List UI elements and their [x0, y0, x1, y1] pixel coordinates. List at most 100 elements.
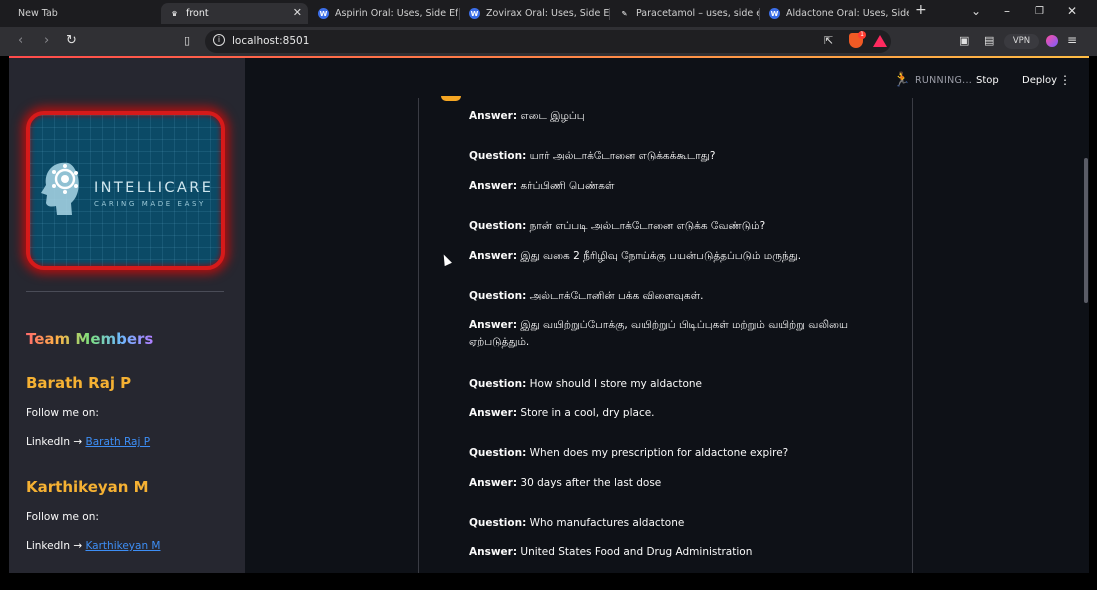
answer-text: இது வயிற்றுப்போக்கு, வயிற்றுப் பிடிப்புக…	[469, 319, 848, 348]
vpn-button[interactable]: VPN	[1004, 34, 1039, 49]
question-text: How should I store my aldactone	[529, 378, 702, 390]
logo-tagline: CARING MADE EASY	[94, 200, 206, 208]
linkedin-row: LinkedIn → Karthikeyan M	[26, 540, 161, 552]
webmd-icon: W	[318, 8, 329, 19]
tab-title: front	[186, 8, 209, 19]
deploy-button[interactable]: Deploy	[1022, 75, 1057, 86]
back-arrow-icon[interactable]: ‹	[18, 33, 23, 48]
chevron-down-icon[interactable]: ⌄	[971, 4, 981, 18]
reload-icon[interactable]: ↻	[66, 33, 77, 48]
answer-label: Answer:	[469, 180, 518, 192]
question-label: Question:	[469, 378, 527, 390]
answer-label: Answer:	[469, 110, 518, 122]
menu-icon[interactable]: ≡	[1067, 33, 1077, 47]
brain-head-icon	[41, 162, 79, 215]
tab-title: Paracetamol – uses, side effects	[636, 8, 759, 19]
paracetamol-icon: ✎	[621, 9, 628, 18]
forward-arrow-icon[interactable]: ›	[44, 33, 49, 48]
question-row: Question: How should I store my aldacton…	[469, 376, 889, 393]
answer-row: Answer: 30 days after the last dose	[469, 475, 889, 492]
member-name: Karthikeyan M	[26, 478, 149, 496]
answer-row: Answer: இது வயிற்றுப்போக்கு, வயிற்றுப் ப…	[469, 317, 889, 351]
streamlit-app: INTELLICARE CARING MADE EASY Team Member…	[9, 58, 1089, 573]
tab-new-tab[interactable]: New Tab	[10, 3, 158, 24]
shield-count-badge: 1	[858, 31, 866, 39]
share-icon[interactable]: ⇱	[824, 34, 833, 47]
follow-label: Follow me on:	[26, 511, 99, 523]
bookmark-icon[interactable]: ▯	[184, 34, 190, 47]
tab-title: Aspirin Oral: Uses, Side Effects,	[335, 8, 458, 19]
question-text: Who manufactures aldactone	[529, 517, 685, 529]
tab-zovirax[interactable]: W Zovirax Oral: Uses, Side Effects,	[461, 3, 609, 24]
main-content: 🏃 RUNNING... Stop Deploy ⋮ Answer: எடை இ…	[245, 58, 1089, 573]
answer-row: Answer: இது வகை 2 நீரிழிவு நோய்க்கு பயன்…	[469, 248, 889, 265]
answer-text: எடை இழப்பு	[520, 110, 585, 122]
tab-title: New Tab	[18, 8, 58, 19]
address-bar[interactable]: i localhost:8501 ⇱	[205, 30, 891, 53]
tab-title: Aldactone Oral: Uses, Side Effec	[786, 8, 909, 19]
linkedin-prefix: LinkedIn →	[26, 540, 86, 552]
running-status: RUNNING...	[915, 75, 973, 86]
window-close-icon[interactable]: ✕	[1067, 4, 1077, 18]
question-text: நான் எப்படி அல்டாக்டோனை எடுக்க வேண்டும்?	[529, 220, 766, 232]
follow-label: Follow me on:	[26, 407, 99, 419]
answer-text: கர்ப்பிணி பெண்கள்	[520, 180, 615, 192]
logo-title: INTELLICARE	[94, 180, 214, 196]
profile-avatar-icon[interactable]	[1046, 35, 1058, 47]
tab-separator	[459, 8, 460, 20]
answer-row: Answer: கர்ப்பிணி பெண்கள்	[469, 178, 889, 195]
sidebar-divider	[26, 291, 224, 292]
question-row: Question: யார் அல்டாக்டோனை எடுக்கக்கூடாத…	[469, 148, 889, 165]
close-icon[interactable]: ✕	[293, 6, 302, 19]
question-text: When does my prescription for aldactone …	[529, 447, 789, 459]
tab-front[interactable]: ♛ front ✕	[161, 3, 308, 24]
answer-label: Answer:	[469, 477, 518, 489]
answer-label: Answer:	[469, 319, 518, 331]
stop-button[interactable]: Stop	[976, 75, 999, 86]
question-row: Question: When does my prescription for …	[469, 445, 889, 462]
tab-aldactone[interactable]: W Aldactone Oral: Uses, Side Effec	[761, 3, 909, 24]
member-name: Barath Raj P	[26, 374, 132, 392]
scrollbar[interactable]	[1084, 158, 1088, 303]
linkedin-prefix: LinkedIn →	[26, 436, 86, 448]
running-man-icon: 🏃	[893, 72, 911, 88]
question-text: யார் அல்டாக்டோனை எடுக்கக்கூடாது?	[529, 150, 716, 162]
wallet-icon[interactable]: ▤	[984, 34, 994, 47]
question-label: Question:	[469, 517, 527, 529]
answer-label: Answer:	[469, 407, 518, 419]
answer-text: 30 days after the last dose	[520, 477, 662, 489]
linkedin-link-karthikeyan[interactable]: Karthikeyan M	[85, 540, 160, 552]
more-options-icon[interactable]: ⋮	[1059, 73, 1071, 87]
webmd-icon: W	[769, 8, 780, 19]
new-tab-plus-icon[interactable]: +	[915, 2, 927, 18]
tab-aspirin[interactable]: W Aspirin Oral: Uses, Side Effects,	[310, 3, 458, 24]
chat-container: Answer: எடை இழப்பு Question: யார் அல்டாக்…	[418, 96, 913, 573]
minimize-icon[interactable]: –	[1004, 4, 1010, 18]
answer-row: Answer: எடை இழப்பு	[469, 108, 889, 125]
question-row: Question: Who manufactures aldactone	[469, 515, 889, 532]
answer-text: இது வகை 2 நீரிழிவு நோய்க்கு பயன்படுத்தப்…	[520, 250, 802, 262]
answer-text: United States Food and Drug Administrati…	[520, 546, 753, 558]
question-label: Question:	[469, 447, 527, 459]
question-label: Question:	[469, 150, 527, 162]
sidebar-toggle-icon[interactable]: ▣	[959, 34, 969, 47]
linkedin-link-barath[interactable]: Barath Raj P	[85, 436, 150, 448]
restore-icon[interactable]: ❐	[1035, 6, 1044, 17]
brave-rewards-icon[interactable]	[873, 35, 887, 47]
answer-row: Answer: United States Food and Drug Admi…	[469, 544, 889, 561]
tab-paracetamol[interactable]: ✎ Paracetamol – uses, side effects	[611, 3, 759, 24]
site-info-icon[interactable]: i	[213, 34, 225, 46]
streamlit-icon: ♛	[171, 9, 178, 18]
sidebar: INTELLICARE CARING MADE EASY Team Member…	[9, 58, 245, 573]
question-label: Question:	[469, 290, 527, 302]
url-text[interactable]: localhost:8501	[232, 35, 309, 47]
question-label: Question:	[469, 220, 527, 232]
question-row: Question: நான் எப்படி அல்டாக்டோனை எடுக்க…	[469, 218, 889, 235]
answer-row: Answer: Store in a cool, dry place.	[469, 405, 889, 422]
tab-title: Zovirax Oral: Uses, Side Effects,	[486, 8, 609, 19]
answer-text: Store in a cool, dry place.	[520, 407, 655, 419]
intellicare-logo: INTELLICARE CARING MADE EASY	[26, 111, 225, 270]
tab-bar: New Tab ♛ front ✕ W Aspirin Oral: Uses, …	[0, 0, 1097, 27]
tab-separator	[609, 8, 610, 20]
team-members-heading: Team Members	[26, 330, 154, 348]
